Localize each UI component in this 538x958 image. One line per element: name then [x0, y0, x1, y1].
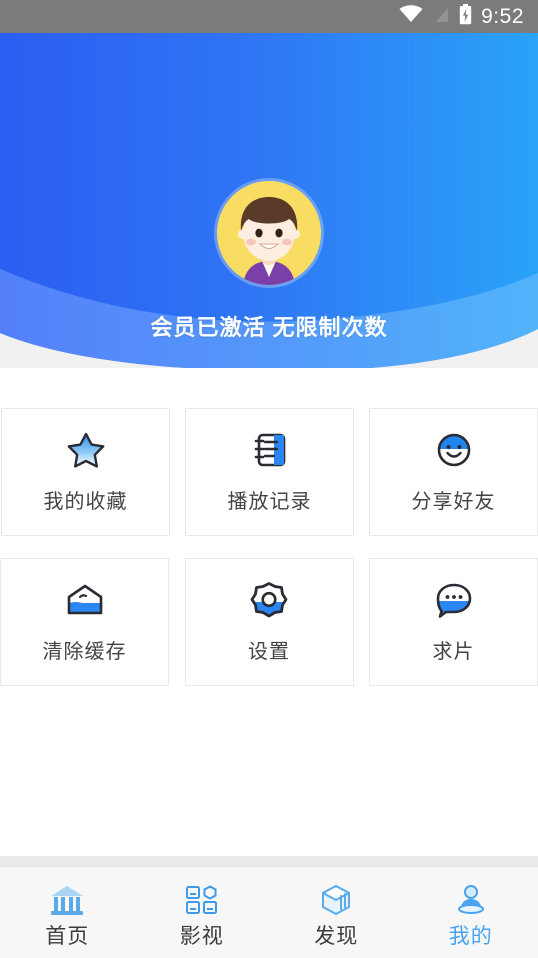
tile-share-friends[interactable]: 分享好友	[369, 408, 538, 536]
smiley-icon	[435, 431, 473, 469]
notebook-icon	[252, 431, 288, 469]
tile-label: 我的收藏	[43, 490, 128, 513]
battery-charging-icon	[459, 3, 472, 30]
tile-clear-cache[interactable]: 清除缓存	[0, 558, 169, 686]
person-icon	[454, 880, 488, 916]
avatar[interactable]	[217, 181, 321, 285]
tile-settings[interactable]: 设置	[184, 558, 354, 686]
status-bar: 9:52	[0, 0, 538, 33]
tile-label: 求片	[432, 640, 475, 663]
nav-label: 发现	[314, 924, 359, 948]
profile-header: 会员已激活 无限制次数	[0, 33, 538, 368]
bottom-navigation: 首页 影视 发现 我的	[0, 866, 538, 958]
star-icon	[66, 431, 106, 469]
nav-item-home[interactable]: 首页	[0, 867, 135, 958]
cache-house-icon	[65, 581, 105, 619]
nav-separator	[0, 856, 538, 866]
grid-apps-icon	[185, 880, 219, 916]
tile-label: 设置	[248, 640, 290, 663]
gear-icon	[250, 581, 288, 619]
nav-item-discover[interactable]: 发现	[269, 867, 404, 958]
tile-request-video[interactable]: 求片	[369, 558, 538, 686]
nav-item-movies[interactable]: 影视	[135, 867, 270, 958]
wifi-icon	[399, 5, 423, 28]
feature-grid: 我的收藏 播放记录 分享好友 清除缓存 设置 求片	[0, 368, 538, 686]
nav-label: 影视	[179, 924, 224, 948]
avatar-illustration	[217, 181, 321, 285]
tile-my-favorites[interactable]: 我的收藏	[1, 408, 170, 536]
membership-status-text: 会员已激活 无限制次数	[150, 315, 388, 340]
tile-label: 清除缓存	[42, 640, 127, 663]
nav-label: 我的	[448, 924, 493, 948]
status-bar-clock: 9:52	[481, 4, 524, 28]
nav-item-mine[interactable]: 我的	[404, 867, 538, 958]
tile-label: 分享好友	[411, 490, 496, 513]
grid-row-divider	[0, 536, 538, 558]
nav-label: 首页	[45, 924, 90, 948]
tile-label: 播放记录	[227, 490, 312, 513]
signal-off-icon	[432, 5, 450, 28]
bank-building-icon	[49, 880, 85, 916]
avatar-container[interactable]	[0, 181, 538, 285]
cube-icon	[319, 880, 353, 916]
tile-play-history[interactable]: 播放记录	[185, 408, 354, 536]
chat-bubble-icon	[435, 581, 473, 619]
